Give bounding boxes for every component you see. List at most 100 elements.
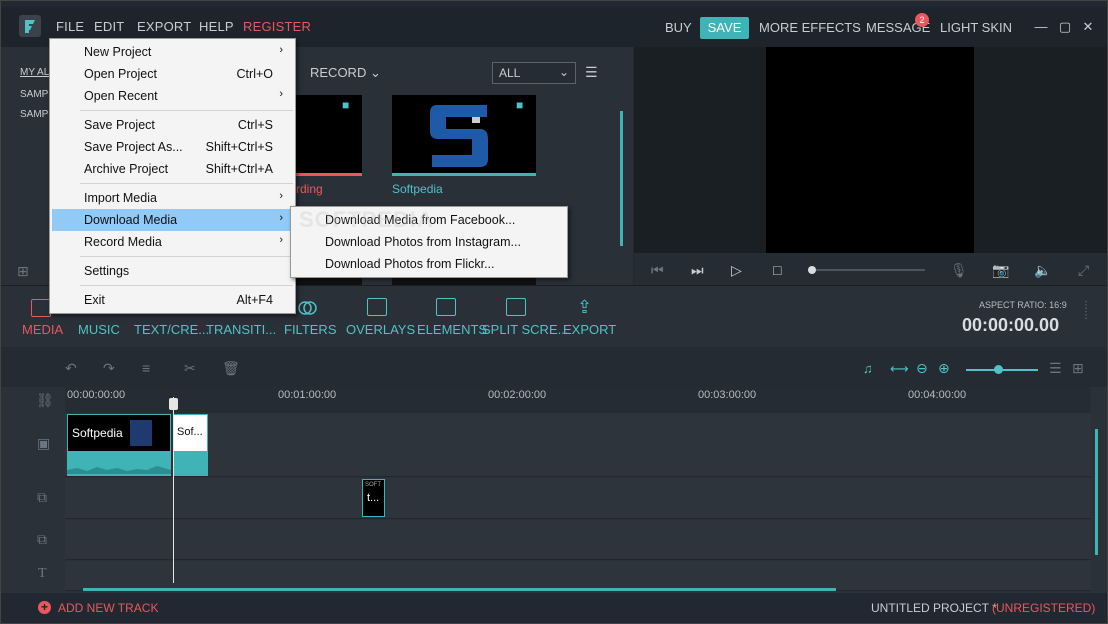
library-side-item-sample-1[interactable]: SAMP bbox=[20, 89, 48, 100]
menu-item-shortcut: Ctrl+S bbox=[237, 118, 273, 132]
app-logo[interactable] bbox=[19, 15, 41, 37]
menu-item-settings[interactable]: Settings bbox=[52, 260, 293, 282]
tool-export[interactable]: EXPORT bbox=[563, 322, 616, 337]
record-label: RECORD bbox=[310, 65, 367, 80]
add-new-track-button[interactable]: ADD NEW TRACK bbox=[58, 601, 158, 615]
menu-item-import-media[interactable]: Import Media › bbox=[52, 187, 293, 209]
fit-timeline-icon[interactable]: ⟷ bbox=[890, 361, 909, 377]
camera-snapshot-icon[interactable]: 📷 bbox=[992, 262, 1009, 279]
stop-icon[interactable]: □ bbox=[773, 262, 781, 278]
zoom-in-icon[interactable]: ⊕ bbox=[938, 360, 950, 377]
library-scrollbar[interactable] bbox=[620, 111, 623, 246]
text-track[interactable] bbox=[65, 561, 1091, 591]
buy-button[interactable]: BUY bbox=[665, 20, 692, 35]
more-effects-button[interactable]: MORE EFFECTS bbox=[759, 20, 861, 35]
cut-icon[interactable]: ✂ bbox=[184, 360, 196, 377]
playback-scrubber[interactable] bbox=[811, 269, 925, 271]
menu-item-new-project[interactable]: New Project › bbox=[52, 41, 293, 63]
library-side-item-my-album[interactable]: MY AL bbox=[20, 67, 49, 78]
menu-help[interactable]: HELP bbox=[199, 19, 234, 34]
library-thumb-recording[interactable]: ■ bbox=[296, 95, 362, 175]
menu-item-save-project[interactable]: Save Project Ctrl+S bbox=[52, 114, 293, 136]
menu-item-save-project-as[interactable]: Save Project As... Shift+Ctrl+S bbox=[52, 136, 293, 158]
submenu-item-instagram[interactable]: Download Photos from Instagram... bbox=[325, 235, 521, 249]
grid-view-icon[interactable]: ⊞ bbox=[1072, 360, 1084, 377]
maximize-icon[interactable]: ▢ bbox=[1058, 20, 1072, 34]
chevron-right-icon: › bbox=[279, 212, 283, 224]
tool-text[interactable]: TEXT/CRE... bbox=[134, 322, 209, 337]
close-icon[interactable]: ✕ bbox=[1081, 20, 1095, 34]
playhead-handle[interactable] bbox=[169, 398, 178, 410]
volume-icon[interactable]: 🔈 bbox=[1034, 262, 1051, 279]
tool-filters[interactable]: FILTERS bbox=[284, 322, 337, 337]
timeline-horizontal-scrollbar[interactable] bbox=[83, 588, 836, 591]
submenu-item-flickr[interactable]: Download Photos from Flickr... bbox=[325, 257, 495, 271]
menu-file[interactable]: FILE bbox=[56, 19, 84, 34]
zoom-slider-handle[interactable] bbox=[994, 365, 1003, 374]
minimize-icon[interactable]: — bbox=[1034, 20, 1048, 34]
menu-item-archive-project[interactable]: Archive Project Shift+Ctrl+A bbox=[52, 158, 293, 180]
add-folder-icon[interactable]: ⊞ bbox=[17, 263, 29, 280]
menu-item-open-project[interactable]: Open Project Ctrl+O bbox=[52, 63, 293, 85]
save-button[interactable]: SAVE bbox=[700, 17, 749, 39]
overlay-track-2[interactable] bbox=[65, 520, 1091, 560]
menu-item-exit[interactable]: Exit Alt+F4 bbox=[52, 289, 293, 311]
timecode-display: 00:00:00.00 bbox=[962, 315, 1060, 335]
library-side-item-sample-2[interactable]: SAMP bbox=[20, 109, 48, 120]
tool-media[interactable]: MEDIA bbox=[22, 322, 63, 337]
light-skin-button[interactable]: LIGHT SKIN bbox=[940, 20, 1012, 35]
list-view-icon[interactable]: ☰ bbox=[1049, 360, 1062, 377]
video-camera-icon: ■ bbox=[516, 98, 524, 112]
filter-select[interactable]: ALL ⌄ bbox=[492, 62, 576, 84]
tool-overlays[interactable]: OVERLAYS bbox=[346, 322, 415, 337]
library-thumb-softpedia[interactable]: ■ bbox=[392, 95, 536, 175]
playhead[interactable] bbox=[173, 397, 174, 583]
tool-split-screen[interactable]: SPLIT SCRE... bbox=[482, 322, 568, 337]
video-track-1[interactable] bbox=[65, 413, 1091, 477]
step-forward-icon[interactable]: ⏭ bbox=[691, 262, 704, 279]
overlay-clip-small: SOFT bbox=[365, 482, 381, 488]
scrubber-handle[interactable] bbox=[808, 266, 816, 274]
add-track-icon[interactable]: + bbox=[38, 601, 51, 614]
overlay-track-1[interactable] bbox=[65, 478, 1091, 519]
unregistered-label: (UNREGISTERED) bbox=[992, 601, 1096, 615]
tool-elements[interactable]: ELEMENTS bbox=[417, 322, 487, 337]
microphone-icon[interactable]: 🎙 bbox=[950, 262, 968, 279]
delete-icon[interactable]: 🗑 bbox=[222, 360, 240, 377]
overlay-clip[interactable]: SOFT t... bbox=[362, 479, 385, 517]
fullscreen-icon[interactable]: ⤢ bbox=[1078, 262, 1089, 279]
record-dropdown[interactable]: RECORD ⌄ bbox=[310, 65, 381, 81]
drag-handle-icon[interactable]: ⋮ ⋮ bbox=[1081, 301, 1091, 331]
list-view-icon[interactable]: ☰ bbox=[585, 64, 598, 81]
overlay-clip-label: t... bbox=[367, 492, 380, 504]
video-track-icon: ▣ bbox=[37, 435, 51, 451]
menu-export[interactable]: EXPORT bbox=[137, 19, 191, 34]
clip-thumbnail: Softpedia bbox=[68, 415, 170, 451]
library-thumb-bar bbox=[296, 173, 362, 176]
overlay-track-icon: ⧉ bbox=[37, 489, 47, 505]
skip-back-icon[interactable]: ⏮ bbox=[651, 262, 664, 279]
preview-screen bbox=[766, 47, 974, 253]
redo-icon[interactable]: ↷ bbox=[103, 360, 115, 377]
undo-icon[interactable]: ↶ bbox=[65, 360, 77, 377]
adjust-icon[interactable]: ≡ bbox=[142, 360, 150, 376]
chevron-right-icon: › bbox=[279, 88, 283, 100]
chevron-right-icon: › bbox=[279, 44, 283, 56]
tool-transitions[interactable]: TRANSITI... bbox=[206, 322, 276, 337]
timeline-clip-softpedia-2[interactable]: Sof... bbox=[173, 414, 208, 476]
link-icon[interactable]: ⛓ bbox=[36, 392, 54, 409]
play-icon[interactable]: ▷ bbox=[731, 262, 742, 279]
zoom-out-icon[interactable]: ⊖ bbox=[916, 360, 928, 377]
timeline-clip-softpedia[interactable]: Softpedia bbox=[67, 414, 171, 476]
library-item-label-recording: rding bbox=[296, 182, 323, 196]
menu-item-open-recent[interactable]: Open Recent › bbox=[52, 85, 293, 107]
tool-music[interactable]: MUSIC bbox=[78, 322, 120, 337]
filter-value: ALL bbox=[499, 66, 521, 80]
timeline-vertical-scrollbar[interactable] bbox=[1095, 429, 1098, 555]
menu-register[interactable]: REGISTER bbox=[243, 19, 311, 34]
menu-item-record-media[interactable]: Record Media › bbox=[52, 231, 293, 253]
audio-mixer-icon[interactable]: ♫ bbox=[863, 361, 873, 376]
menu-edit[interactable]: EDIT bbox=[94, 19, 124, 34]
ruler-label: 00:02:00:00 bbox=[488, 389, 547, 401]
menu-item-download-media[interactable]: Download Media › bbox=[52, 209, 293, 231]
